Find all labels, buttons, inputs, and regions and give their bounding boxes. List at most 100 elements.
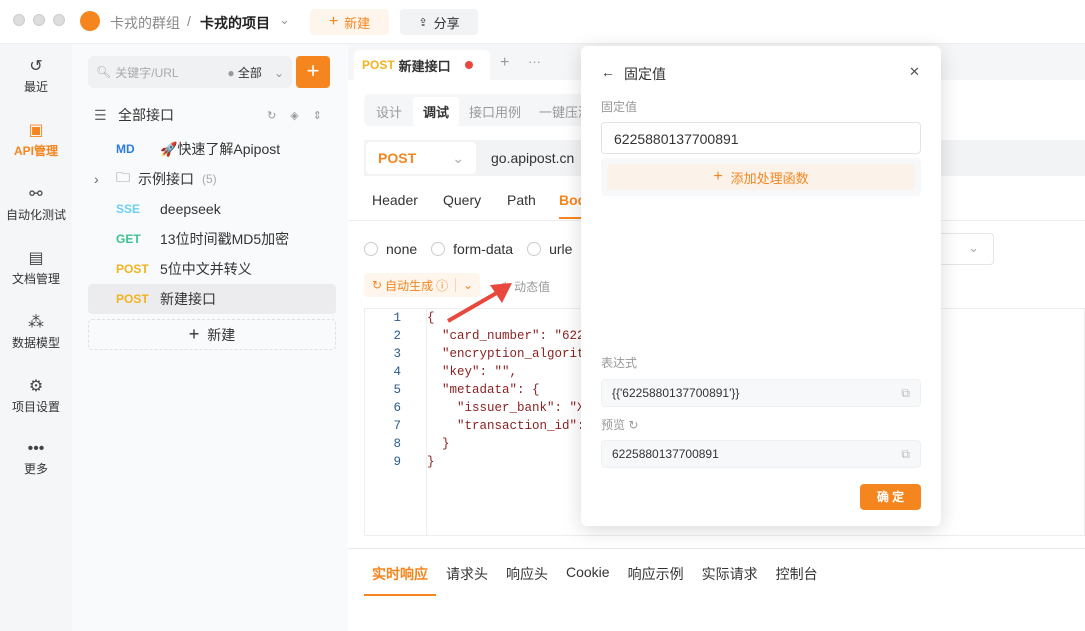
line-number: 6 — [365, 401, 401, 419]
settings-icon: ⚙ — [0, 376, 72, 396]
filter-select[interactable]: ● 全部⌄ — [227, 64, 284, 81]
code-text: "encryption_algorith — [427, 347, 592, 365]
expression-label: 表达式 — [601, 354, 637, 371]
code-text: } — [427, 437, 450, 455]
response-tab[interactable]: Cookie — [558, 564, 618, 596]
automation-icon: ⚯ — [0, 184, 72, 204]
nav-api[interactable]: ▣API管理 — [0, 120, 72, 159]
list-item-selected[interactable]: POST新建接口 — [88, 284, 336, 314]
tab-name: 新建接口 — [399, 56, 451, 75]
radio-form-data[interactable]: form-data — [431, 241, 513, 257]
more-icon: ••• — [0, 440, 72, 458]
preview-field: 6225880137700891 ⧉ — [601, 440, 921, 468]
response-tab[interactable]: 实际请求 — [694, 564, 766, 596]
all-apis-root[interactable]: ☰全部接口↻◈⇕ — [88, 100, 336, 130]
back-arrow-icon[interactable]: ← — [601, 64, 615, 80]
response-tab[interactable]: 响应头 — [498, 564, 556, 596]
code-text: "card_number": "6225 — [427, 329, 592, 347]
method-badge: SSE — [88, 202, 160, 216]
method-value: POST — [378, 150, 416, 166]
line-number: 8 — [365, 437, 401, 455]
tab-query[interactable]: Query — [443, 192, 481, 208]
window-minimize-button[interactable] — [33, 14, 45, 26]
method-select[interactable]: POST⌄ — [366, 142, 476, 174]
nav-more[interactable]: •••更多 — [0, 440, 72, 477]
refresh-icon: ↻ — [372, 278, 382, 292]
tab-body[interactable]: Body — [559, 192, 581, 219]
nav-settings[interactable]: ⚙项目设置 — [0, 376, 72, 415]
item-name: 新建接口 — [160, 289, 216, 309]
body-type-radios: none form-data urle — [364, 241, 572, 257]
app-logo-icon — [80, 11, 100, 31]
code-text: "metadata": { — [427, 383, 540, 401]
list-item[interactable]: GET13位时间戳MD5加密 — [88, 224, 336, 254]
chevron-right-icon[interactable]: › — [88, 171, 116, 187]
preview-label: 预览 ↻ — [601, 416, 638, 433]
subtab-debug[interactable]: 调试 — [413, 97, 459, 126]
line-number: 9 — [365, 455, 401, 473]
share-button[interactable]: ⇪分享 — [400, 9, 478, 35]
share-label: 分享 — [434, 13, 460, 32]
add-function-button[interactable]: +添加处理函数 — [607, 164, 915, 190]
subtab-cases[interactable]: 接口用例 — [469, 102, 521, 121]
stack-icon: ☰ — [88, 107, 110, 124]
fixed-value-input[interactable]: 6225880137700891 — [601, 122, 921, 154]
new-label: 新建 — [207, 325, 235, 345]
list-item[interactable]: MD🚀快速了解Apipost — [88, 134, 336, 164]
confirm-button[interactable]: 确 定 — [860, 484, 921, 510]
new-api-button[interactable]: + 新建 — [88, 319, 336, 350]
model-icon: ⁂ — [0, 312, 72, 332]
response-tab[interactable]: 控制台 — [768, 564, 826, 596]
nav-label: 数据模型 — [12, 336, 60, 350]
window-maximize-button[interactable] — [53, 14, 65, 26]
popup-title: 固定值 — [624, 64, 666, 84]
filter-value: 全部 — [238, 66, 262, 80]
radio-urlencoded[interactable]: urle — [527, 241, 572, 257]
doc-icon: ▤ — [0, 248, 72, 268]
project-name[interactable]: 卡戎的项目 — [200, 13, 270, 33]
group-name[interactable]: 卡戎的群组 — [110, 13, 180, 33]
refresh-icon[interactable]: ↻ — [628, 418, 638, 432]
add-api-button[interactable]: + — [296, 56, 330, 88]
add-tab-icon[interactable]: + — [500, 54, 509, 72]
copy-icon[interactable]: ⧉ — [901, 447, 910, 462]
window-close-button[interactable] — [13, 14, 25, 26]
nav-automation[interactable]: ⚯自动化测试 — [0, 184, 72, 223]
expression-value: {{'6225880137700891'}} — [612, 386, 739, 400]
plus-icon: + — [713, 168, 722, 186]
radio-none[interactable]: none — [364, 241, 417, 257]
folder-item[interactable]: ›🗀示例接口(5) — [88, 164, 336, 194]
nav-docs[interactable]: ▤ 文档管理 — [0, 248, 72, 287]
nav-models[interactable]: ⁂ 数据模型 — [0, 312, 72, 351]
method-badge: POST — [88, 292, 160, 306]
tab-new-api[interactable]: POST新建接口 — [354, 50, 490, 80]
preview-value: 6225880137700891 — [612, 447, 719, 461]
breadcrumb-separator: / — [187, 13, 191, 29]
search-placeholder: 关键字/URL — [115, 64, 178, 81]
list-item[interactable]: POST5位中文并转义 — [88, 254, 336, 284]
line-number: 1 — [365, 311, 401, 329]
tab-header[interactable]: Header — [372, 192, 418, 208]
plus-icon: + — [189, 324, 200, 345]
api-sidebar: 🔍︎关键字/URL ● 全部⌄ + ☰全部接口↻◈⇕ MD🚀快速了解Apipos… — [72, 44, 348, 631]
tab-path[interactable]: Path — [507, 192, 536, 208]
method-badge: GET — [88, 232, 160, 246]
more-tabs-icon[interactable]: ··· — [528, 54, 541, 69]
copy-icon[interactable]: ⧉ — [901, 386, 910, 401]
url-input[interactable]: go.apipost.cn — [491, 150, 574, 166]
close-icon[interactable]: ✕ — [909, 64, 920, 80]
search-input[interactable]: 🔍︎关键字/URL ● 全部⌄ — [88, 56, 292, 88]
response-tab[interactable]: 响应示例 — [620, 564, 692, 596]
subtab-design[interactable]: 设计 — [376, 102, 402, 121]
new-button[interactable]: +新建 — [310, 9, 389, 35]
response-tab[interactable]: 实时响应 — [364, 564, 436, 596]
nav-recent[interactable]: ↺最近 — [0, 56, 72, 95]
response-tab[interactable]: 请求头 — [438, 564, 496, 596]
chevron-down-icon[interactable]: ⌄ — [279, 12, 290, 28]
nav-label: 最近 — [24, 80, 48, 94]
item-name: 🚀快速了解Apipost — [160, 139, 280, 159]
list-item[interactable]: SSEdeepseek — [88, 194, 336, 224]
folder-count: (5) — [202, 172, 217, 186]
tree-tools-icons[interactable]: ↻◈⇕ — [267, 109, 336, 122]
nav-label: 文档管理 — [12, 272, 60, 286]
